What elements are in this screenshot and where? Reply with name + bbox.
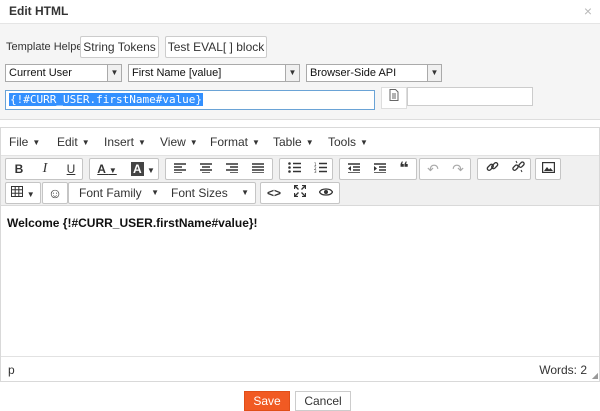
token-output-text: {!#CURR_USER.firstName#value} <box>9 93 204 106</box>
resize-handle-icon[interactable]: ◢ <box>592 371 598 380</box>
token-source-select[interactable]: Current User ▼ <box>5 64 122 82</box>
background-color-icon[interactable]: A ▼ <box>128 159 158 179</box>
side-input-field[interactable] <box>407 87 533 106</box>
font-sizes-label: Font Sizes <box>171 186 228 200</box>
element-path[interactable]: p <box>8 363 15 377</box>
dialog-title: Edit HTML <box>9 4 69 18</box>
numbered-list-icon[interactable]: 123 <box>308 159 332 179</box>
font-sizes-dropdown[interactable]: Font Sizes ▼ <box>165 183 255 203</box>
font-group: Font Family ▼ Font Sizes ▼ <box>68 182 256 204</box>
save-button[interactable]: Save <box>244 391 290 411</box>
menu-view[interactable]: View ▼ <box>160 135 198 149</box>
media-group <box>535 158 561 180</box>
font-family-label: Font Family <box>79 186 142 200</box>
rich-text-editor: File ▼ Edit ▼ Insert ▼ View ▼ Format ▼ Table ▼… <box>0 127 600 382</box>
chevron-down-icon: ▼ <box>107 65 121 81</box>
menu-table[interactable]: Table ▼ <box>273 135 314 149</box>
menu-table-label: Table <box>273 135 302 149</box>
token-api-select[interactable]: Browser-Side API ▼ <box>306 64 442 82</box>
dialog-header: Edit HTML × <box>0 0 600 24</box>
italic-icon[interactable]: I <box>33 159 57 179</box>
unlink-icon[interactable] <box>506 159 530 179</box>
history-group: ↶ ↷ <box>419 158 471 180</box>
close-icon[interactable]: × <box>584 3 592 19</box>
chevron-down-icon: ▼ <box>360 138 368 147</box>
cancel-button[interactable]: Cancel <box>295 391 351 411</box>
text-style-group: B I U <box>5 158 83 180</box>
template-helper-panel: Template Helper String Tokens Test EVAL[… <box>0 24 600 120</box>
align-right-icon[interactable] <box>220 159 244 179</box>
link-icon[interactable] <box>480 159 504 179</box>
text-color-icon[interactable]: A ▼ <box>92 159 122 179</box>
emoticon-group: ☺ <box>42 182 68 204</box>
chevron-down-icon: ▼ <box>189 138 198 147</box>
blockquote-icon[interactable]: ❝ <box>392 159 416 179</box>
chevron-down-icon: ▼ <box>241 188 249 197</box>
string-tokens-button[interactable]: String Tokens <box>80 36 159 58</box>
insert-token-button[interactable] <box>381 87 407 109</box>
chevron-down-icon: ▼ <box>81 138 90 147</box>
menu-format-label: Format <box>210 135 249 149</box>
align-center-icon[interactable] <box>194 159 218 179</box>
template-helper-label: Template Helper <box>6 41 87 53</box>
table-icon[interactable]: ▼ <box>7 183 39 203</box>
token-api-value: Browser-Side API <box>310 67 397 79</box>
font-family-dropdown[interactable]: Font Family ▼ <box>73 183 165 203</box>
underline-icon[interactable]: U <box>59 159 83 179</box>
bullet-list-icon[interactable] <box>282 159 306 179</box>
bold-icon[interactable]: B <box>7 159 31 179</box>
emoticon-icon[interactable]: ☺ <box>43 183 67 203</box>
chevron-down-icon: ▼ <box>151 188 159 197</box>
editor-content[interactable]: Welcome {!#CURR_USER.firstName#value}! <box>1 207 599 357</box>
fullscreen-icon[interactable] <box>288 183 312 203</box>
document-icon <box>389 89 399 104</box>
menu-tools[interactable]: Tools ▼ <box>328 135 368 149</box>
editor-toolbar: B I U A ▼ A ▼ 123 ❝ ↶ ↷ ▼ ☺ Font Family … <box>1 156 599 206</box>
chevron-down-icon: ▼ <box>32 138 41 147</box>
menu-view-label: View <box>160 135 186 149</box>
editor-menubar: File ▼ Edit ▼ Insert ▼ View ▼ Format ▼ Table ▼… <box>1 128 599 156</box>
undo-icon[interactable]: ↶ <box>421 159 445 179</box>
word-count: Words: 2 <box>539 363 587 377</box>
editor-statusbar: p Words: 2 ◢ <box>1 356 599 381</box>
redo-icon[interactable]: ↷ <box>446 159 470 179</box>
menu-file[interactable]: File ▼ <box>9 135 40 149</box>
chevron-down-icon: ▼ <box>138 138 146 147</box>
menu-format[interactable]: Format ▼ <box>210 135 260 149</box>
menu-tools-label: Tools <box>328 135 357 149</box>
chevron-down-icon: ▼ <box>252 138 260 147</box>
menu-insert[interactable]: Insert ▼ <box>104 135 146 149</box>
preview-icon[interactable] <box>314 183 338 203</box>
token-field-value: First Name [value] <box>132 67 222 79</box>
svg-text:3: 3 <box>314 169 317 173</box>
chevron-down-icon: ▼ <box>285 65 299 81</box>
indent-group: ❝ <box>339 158 417 180</box>
align-justify-icon[interactable] <box>246 159 270 179</box>
table-group: ▼ <box>5 182 41 204</box>
color-group: A ▼ A ▼ <box>89 158 159 180</box>
image-icon[interactable] <box>536 159 560 179</box>
menu-insert-label: Insert <box>104 135 135 149</box>
menu-file-label: File <box>9 135 29 149</box>
menu-edit[interactable]: Edit ▼ <box>57 135 90 149</box>
menu-edit-label: Edit <box>57 135 78 149</box>
link-group <box>477 158 531 180</box>
code-icon[interactable]: <> <box>262 183 286 203</box>
chevron-down-icon: ▼ <box>305 138 314 147</box>
token-field-select[interactable]: First Name [value] ▼ <box>128 64 300 82</box>
indent-icon[interactable] <box>368 159 392 179</box>
token-output-field[interactable]: {!#CURR_USER.firstName#value} <box>5 90 375 110</box>
list-group: 123 <box>279 158 333 180</box>
token-source-value: Current User <box>9 67 72 79</box>
align-left-icon[interactable] <box>168 159 192 179</box>
alignment-group <box>165 158 273 180</box>
view-group: <> <box>260 182 340 204</box>
outdent-icon[interactable] <box>342 159 366 179</box>
content-text: Welcome {!#CURR_USER.firstName#value}! <box>7 216 258 230</box>
test-eval-block-button[interactable]: Test EVAL[ ] block <box>165 36 267 58</box>
chevron-down-icon: ▼ <box>427 65 441 81</box>
